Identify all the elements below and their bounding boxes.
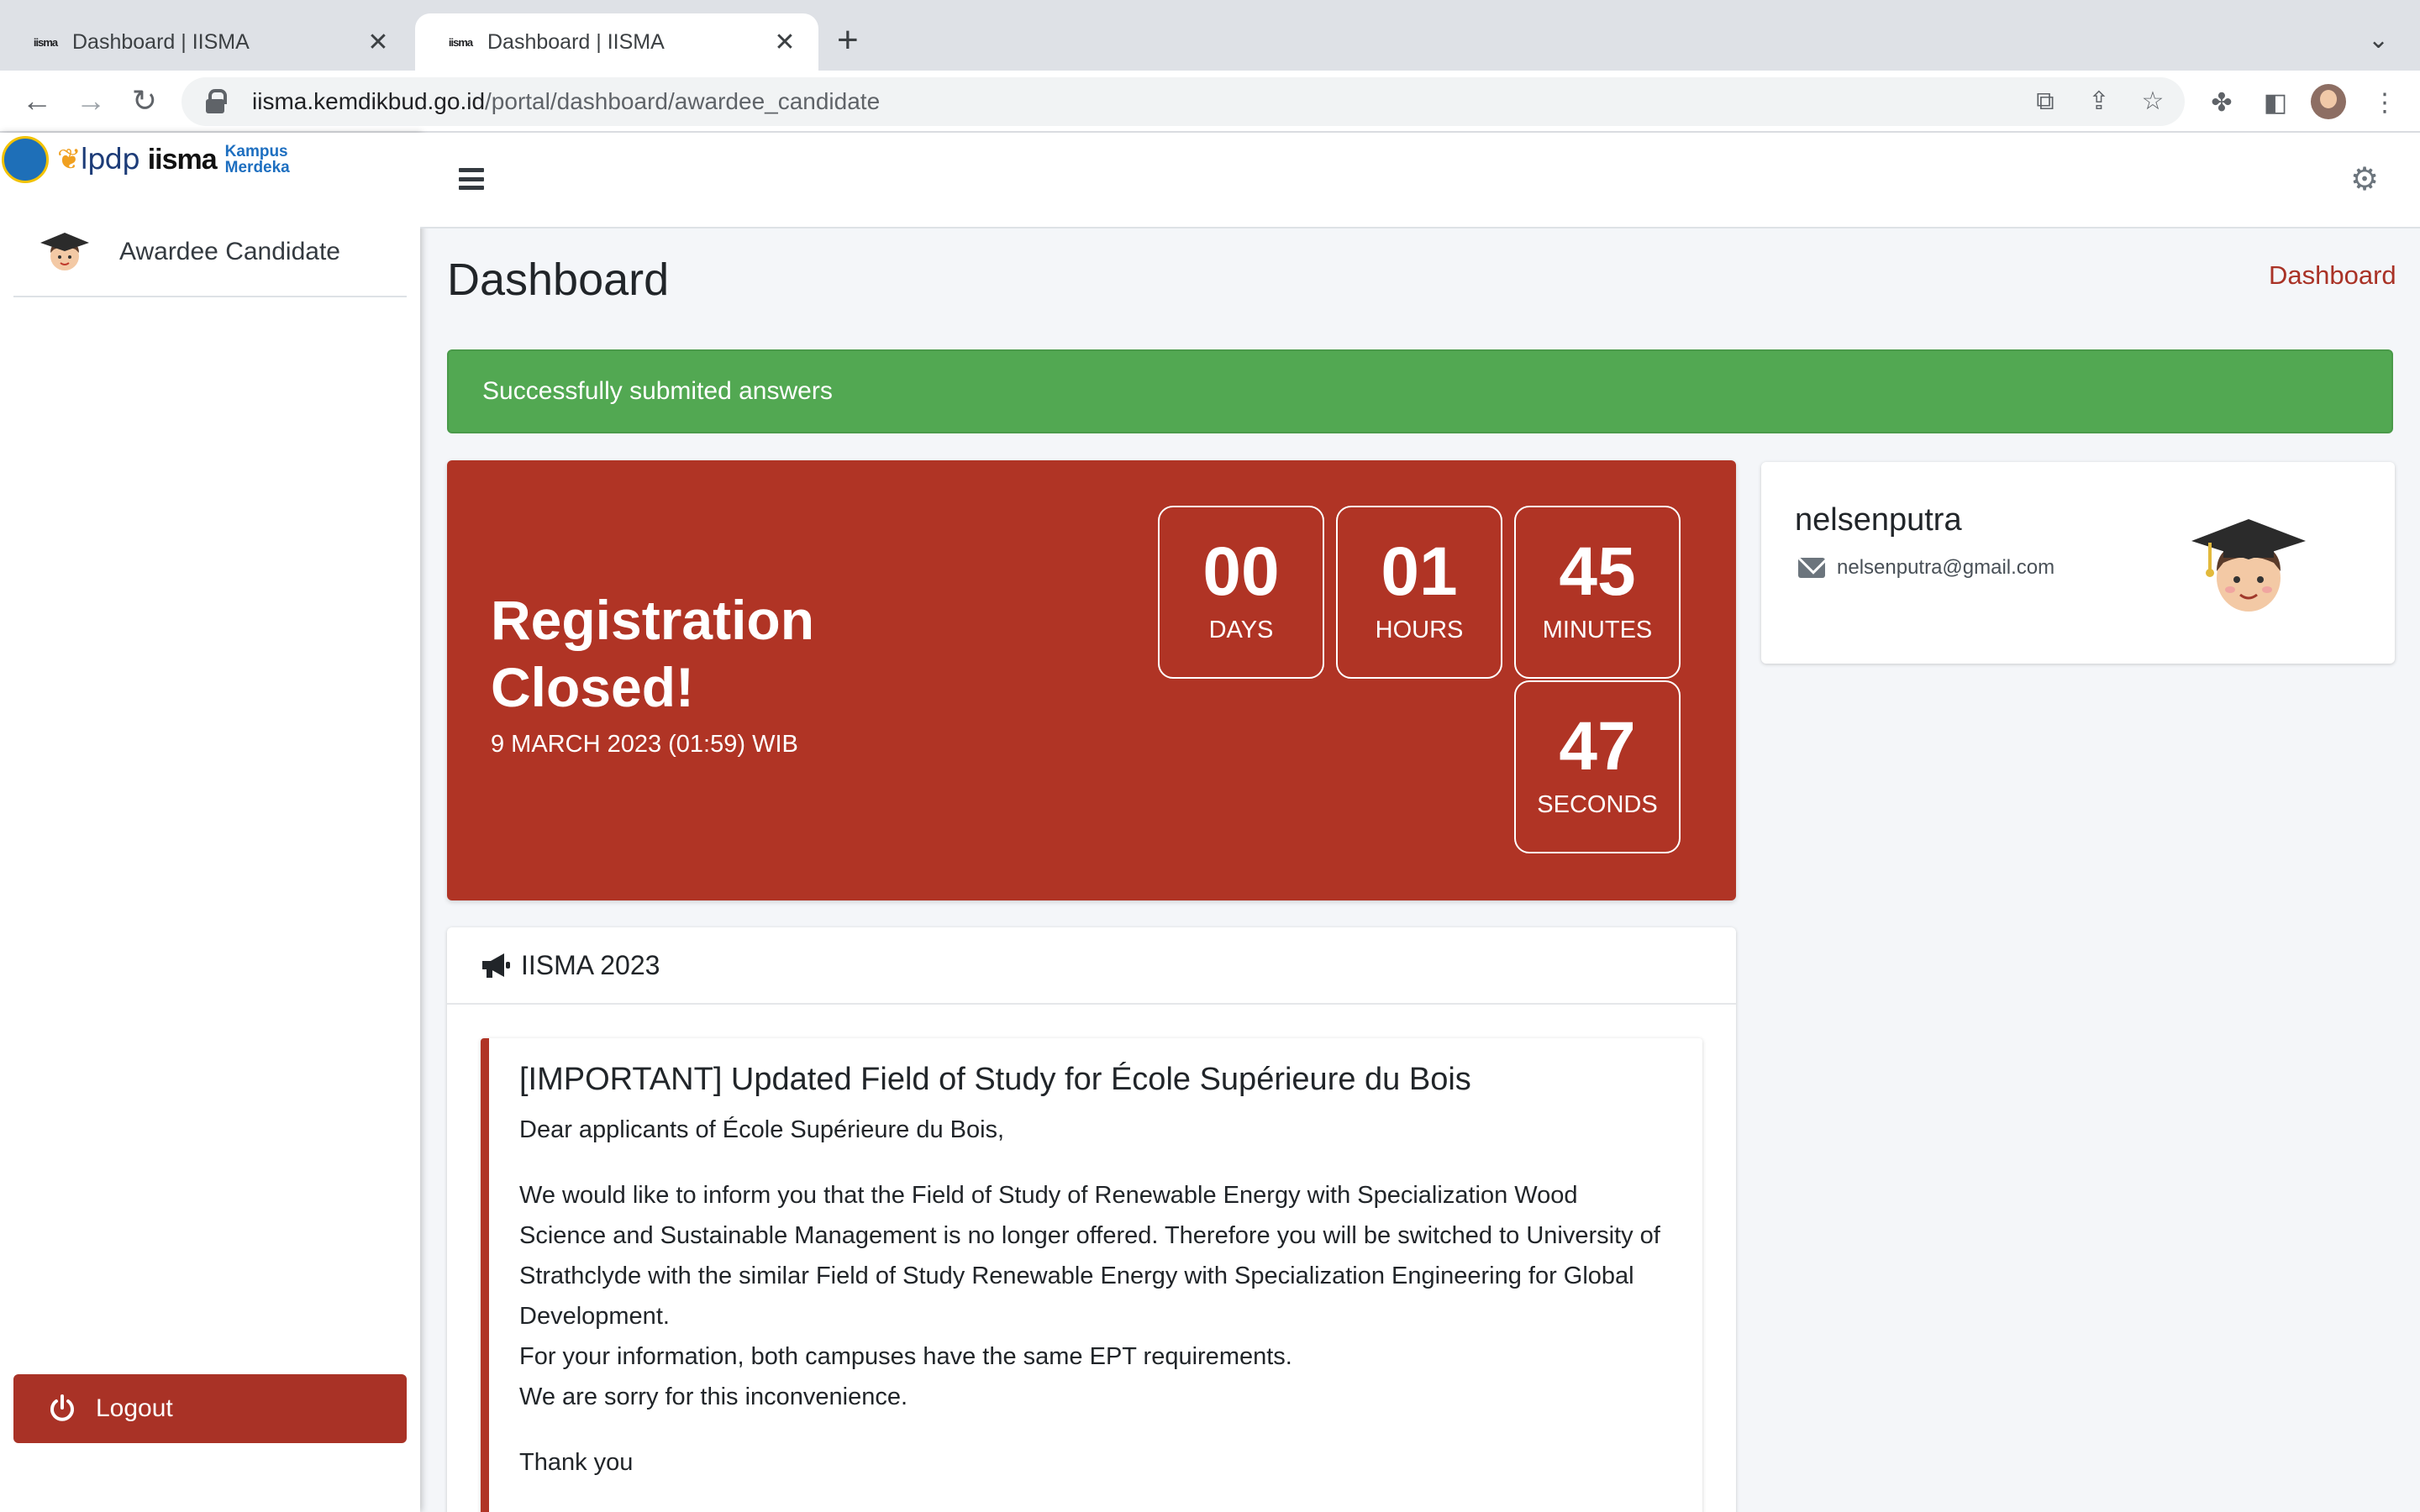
iisma-logo: iisma <box>147 143 218 176</box>
user-panel[interactable]: Awardee Candidate <box>13 208 407 297</box>
bookmark-star-icon[interactable]: ☆ <box>2136 86 2170 118</box>
new-tab-icon[interactable]: + <box>837 22 859 59</box>
announcement-title: [IMPORTANT] Updated Field of Study for É… <box>519 1062 1471 1097</box>
hamburger-menu-icon[interactable] <box>459 168 484 190</box>
tab-close-icon[interactable]: ✕ <box>365 28 392 57</box>
kampus-merdeka-logo: Kampus Merdeka <box>224 143 290 176</box>
browser-menu-icon[interactable]: ⋮ <box>2368 89 2402 118</box>
megaphone-icon <box>482 953 510 978</box>
profile-username: nelsenputra <box>1795 502 1962 538</box>
share-icon[interactable]: ⇪ <box>2082 86 2116 118</box>
power-icon <box>50 1394 74 1421</box>
browser-toolbar: ← → ↻ iisma.kemdikbud.go.id/portal/dashb… <box>0 71 2420 133</box>
browser-tab-2[interactable]: iisma Dashboard | IISMA ✕ <box>415 13 818 71</box>
countdown-minutes-value: 45 <box>1559 533 1636 610</box>
countdown-seconds-value: 47 <box>1559 708 1636 785</box>
main-header: ⚙ <box>420 133 2420 228</box>
graduate-avatar-icon <box>40 233 89 270</box>
announcement-header-title: IISMA 2023 <box>521 949 660 980</box>
announcement-body: We would like to inform you that the Fie… <box>519 1182 1660 1330</box>
tut-wuri-handayani-logo <box>2 136 49 183</box>
brand-logos[interactable]: ❦lpdp iisma Kampus Merdeka <box>2 134 290 185</box>
announcement-greeting: Dear applicants of École Supérieure du B… <box>519 1116 1005 1143</box>
tab-title: Dashboard | IISMA <box>72 29 250 54</box>
announcement-card: IISMA 2023 [IMPORTANT] Updated Field of … <box>447 927 1736 1512</box>
registration-status-title: Registration Closed! <box>491 589 815 718</box>
sidebar: ❦lpdp iisma Kampus Merdeka Awardee Candid… <box>0 133 420 1512</box>
page-title: Dashboard <box>447 255 670 305</box>
browser-tab-1[interactable]: iisma Dashboard | IISMA ✕ <box>0 13 412 71</box>
countdown-seconds-box: 47 SECONDS <box>1514 680 1681 853</box>
browser-profile-avatar[interactable] <box>2311 84 2346 119</box>
countdown-days-box: 00 DAYS <box>1158 506 1324 679</box>
countdown-minutes-box: 45 MINUTES <box>1514 506 1681 679</box>
envelope-icon <box>1798 558 1825 578</box>
announcement-line-2: For your information, both campuses have… <box>519 1343 1292 1370</box>
breadcrumb-dashboard-link[interactable]: Dashboard <box>2269 260 2396 291</box>
announcement-closing: Thank you <box>519 1449 634 1476</box>
alert-message: Successfully submited answers <box>482 377 833 405</box>
iisma-favicon-icon: iisma <box>33 35 58 49</box>
tab-close-icon[interactable]: ✕ <box>771 28 798 57</box>
countdown-hours-label: HOURS <box>1375 617 1464 643</box>
tab-search-chevron-icon[interactable]: ⌄ <box>2368 25 2389 55</box>
announcement-header: IISMA 2023 <box>447 927 1736 1005</box>
tab-title: Dashboard | IISMA <box>487 29 665 54</box>
countdown-hours-value: 01 <box>1381 533 1458 610</box>
lpdp-logo: ❦lpdp <box>57 143 140 176</box>
side-panel-icon[interactable]: ◧ <box>2259 89 2292 118</box>
lock-icon[interactable] <box>203 89 227 114</box>
registration-close-date: 9 MARCH 2023 (01:59) WIB <box>491 731 798 758</box>
profile-email: nelsenputra@gmail.com <box>1837 556 2055 579</box>
reload-icon[interactable]: ↻ <box>126 82 163 119</box>
address-bar[interactable]: iisma.kemdikbud.go.id/portal/dashboard/a… <box>182 77 2185 126</box>
success-alert: Successfully submited answers <box>447 349 2393 433</box>
registration-countdown-card: Registration Closed! 9 MARCH 2023 (01:59… <box>447 460 1736 900</box>
browser-tab-bar: iisma Dashboard | IISMA ✕ iisma Dashboar… <box>0 0 2420 71</box>
countdown-days-label: DAYS <box>1208 617 1274 643</box>
countdown-seconds-label: SECONDS <box>1537 791 1658 818</box>
profile-card: nelsenputra nelsenputra@gmail.com <box>1761 462 2395 664</box>
profile-email-row: nelsenputra@gmail.com <box>1798 556 2054 580</box>
forward-arrow-icon[interactable]: → <box>72 82 109 119</box>
url-text[interactable]: iisma.kemdikbud.go.id/portal/dashboard/a… <box>252 88 880 115</box>
countdown-minutes-label: MINUTES <box>1542 617 1653 643</box>
countdown-hours-box: 01 HOURS <box>1336 506 1502 679</box>
translate-icon[interactable]: ⧉ <box>2028 86 2062 118</box>
logout-button[interactable]: Logout <box>13 1374 407 1443</box>
announcement-line-3: We are sorry for this inconvenience. <box>519 1383 908 1410</box>
countdown-days-value: 00 <box>1202 533 1280 610</box>
extensions-puzzle-icon[interactable]: ✤ <box>2205 89 2238 118</box>
announcement-callout: [IMPORTANT] Updated Field of Study for É… <box>481 1038 1702 1512</box>
gear-icon[interactable]: ⚙ <box>2349 164 2380 196</box>
graduate-avatar-icon <box>2191 519 2306 612</box>
user-role-label: Awardee Candidate <box>119 238 340 265</box>
iisma-favicon-icon: iisma <box>448 35 473 49</box>
back-arrow-icon[interactable]: ← <box>18 82 55 119</box>
logout-label: Logout <box>96 1394 173 1422</box>
